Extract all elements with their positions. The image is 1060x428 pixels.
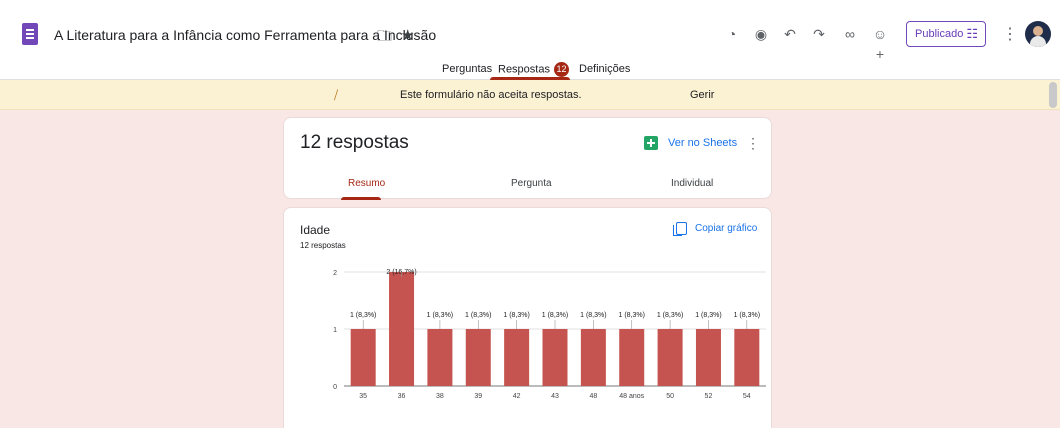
x-tick-label: 35 bbox=[359, 393, 367, 400]
not-accepting-notice: ⧸ Este formulário não aceita respostas. … bbox=[0, 80, 1060, 110]
data-label: 1 (8,3%) bbox=[618, 312, 644, 319]
data-label: 1 (8,3%) bbox=[695, 312, 721, 319]
data-label: 1 (8,3%) bbox=[427, 312, 453, 319]
publish-settings-icon: ☷ bbox=[966, 26, 978, 41]
data-label: 1 (8,3%) bbox=[350, 312, 376, 319]
bar bbox=[350, 329, 376, 386]
data-label: 1 (8,3%) bbox=[542, 312, 568, 319]
y-tick-label: 1 bbox=[333, 327, 337, 334]
notice-text: Este formulário não aceita respostas. bbox=[400, 89, 582, 101]
y-tick-label: 0 bbox=[333, 384, 337, 391]
redo-icon[interactable]: ↷ bbox=[809, 24, 829, 44]
bar bbox=[542, 329, 568, 386]
bar bbox=[389, 272, 415, 386]
subtab-individual[interactable]: Individual bbox=[671, 178, 713, 189]
palette-icon[interactable]: ◔ bbox=[722, 24, 742, 44]
x-tick-label: 36 bbox=[398, 393, 406, 400]
x-tick-label: 50 bbox=[666, 393, 674, 400]
x-tick-label: 52 bbox=[705, 393, 713, 400]
tab-settings[interactable]: Definições bbox=[579, 63, 630, 75]
y-tick-label: 2 bbox=[333, 270, 337, 277]
undo-icon[interactable]: ↶ bbox=[780, 24, 800, 44]
add-collaborator-icon[interactable]: ☺+ bbox=[870, 24, 890, 62]
manage-link[interactable]: Gerir bbox=[690, 89, 714, 101]
view-in-sheets-link[interactable]: Ver no Sheets bbox=[668, 137, 737, 149]
x-tick-label: 43 bbox=[551, 393, 559, 400]
tab-responses[interactable]: Respostas 12 bbox=[498, 62, 569, 77]
avatar[interactable] bbox=[1025, 21, 1051, 47]
bar bbox=[580, 329, 606, 386]
data-label: 1 (8,3%) bbox=[657, 312, 683, 319]
bar bbox=[657, 329, 683, 386]
responses-count: 12 respostas bbox=[300, 132, 409, 153]
bar bbox=[695, 329, 721, 386]
tab-responses-label: Respostas bbox=[498, 63, 550, 76]
scrollbar-thumb[interactable] bbox=[1049, 82, 1057, 108]
more-vert-icon[interactable]: ⋮ bbox=[1002, 24, 1018, 44]
forms-logo-icon[interactable] bbox=[22, 23, 38, 45]
age-bar-chart: 0121 (8,3%)352 (16,7%)361 (8,3%)381 (8,3… bbox=[333, 269, 766, 400]
responses-summary-card: 12 respostas Ver no Sheets ⋮ Resumo Perg… bbox=[283, 117, 772, 200]
bar bbox=[734, 329, 760, 386]
x-tick-label: 48 anos bbox=[619, 393, 644, 400]
publish-label: Publicado bbox=[915, 28, 964, 40]
more-options-icon[interactable]: ⋮ bbox=[746, 135, 760, 152]
data-label: 1 (8,3%) bbox=[580, 312, 606, 319]
publish-button[interactable]: Publicado ☷ bbox=[906, 21, 986, 47]
bar bbox=[504, 329, 530, 386]
preview-eye-icon[interactable]: ◉ bbox=[751, 24, 771, 44]
bar bbox=[619, 329, 645, 386]
question-chart-card: Idade 12 respostas Copiar gráfico 0121 (… bbox=[283, 207, 772, 428]
star-icon[interactable]: ★ bbox=[401, 26, 414, 44]
x-tick-label: 54 bbox=[743, 393, 751, 400]
x-tick-label: 42 bbox=[513, 393, 521, 400]
subtab-question[interactable]: Pergunta bbox=[511, 178, 552, 189]
data-label: 1 (8,3%) bbox=[734, 312, 760, 319]
subtab-summary[interactable]: Resumo bbox=[348, 178, 385, 189]
top-bar: A Literatura para a Infância como Ferram… bbox=[0, 0, 1060, 80]
no-responses-icon: ⧸ bbox=[334, 88, 339, 102]
data-label: 1 (8,3%) bbox=[465, 312, 491, 319]
x-tick-label: 39 bbox=[474, 393, 482, 400]
responses-count-badge: 12 bbox=[553, 62, 569, 77]
x-tick-label: 48 bbox=[589, 393, 597, 400]
folder-icon[interactable]: 🗀 bbox=[377, 26, 392, 51]
data-label: 1 (8,3%) bbox=[503, 312, 529, 319]
link-icon[interactable]: ∞ bbox=[840, 24, 860, 44]
x-tick-label: 38 bbox=[436, 393, 444, 400]
subtab-indicator bbox=[341, 197, 381, 200]
bar bbox=[427, 329, 453, 386]
tab-questions[interactable]: Perguntas bbox=[442, 63, 492, 75]
bar bbox=[465, 329, 491, 386]
sheets-icon[interactable] bbox=[644, 136, 658, 150]
